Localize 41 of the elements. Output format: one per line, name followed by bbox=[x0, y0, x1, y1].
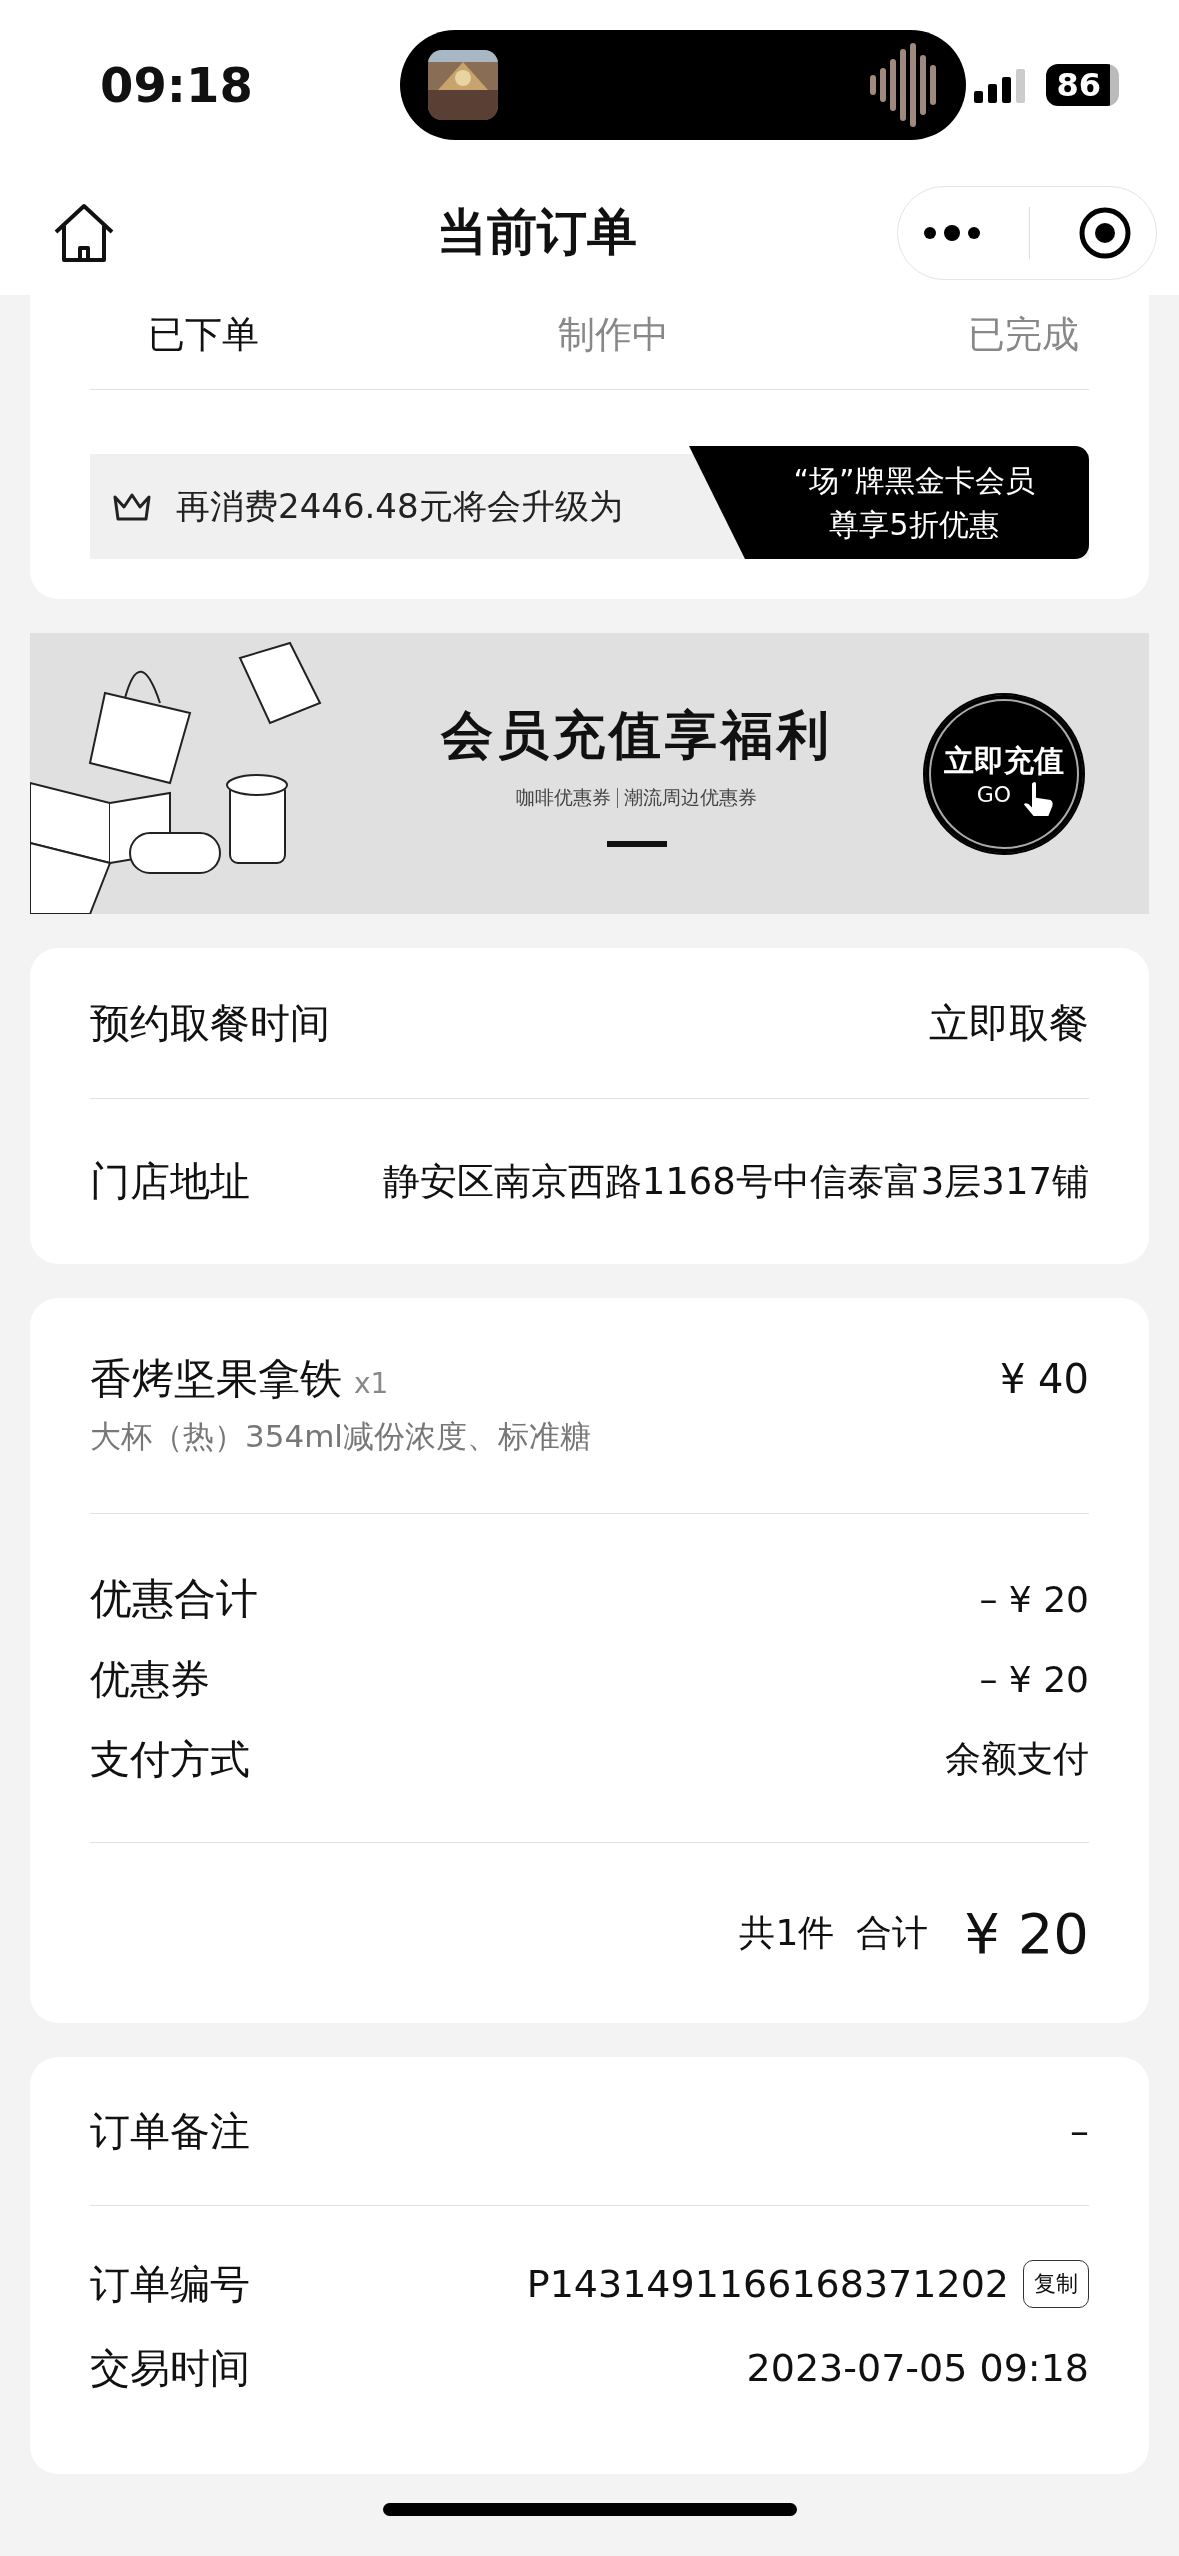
price-label: 支付方式 bbox=[90, 1734, 250, 1784]
note-value: – bbox=[1070, 2109, 1089, 2153]
info-label: 门店地址 bbox=[90, 1157, 250, 1206]
product-options: 大杯（热）354ml减份浓度、标准糖 bbox=[90, 1416, 1089, 1458]
more-icon[interactable] bbox=[921, 224, 982, 241]
info-value: 静安区南京西路1168号中信泰富3层317铺 bbox=[382, 1158, 1089, 1205]
note-label: 订单备注 bbox=[90, 2106, 250, 2156]
page-title: 当前订单 bbox=[435, 202, 638, 263]
total-amount: ¥ 20 bbox=[964, 1900, 1089, 1966]
banner-subtitle: 咖啡优惠券 bbox=[516, 784, 611, 810]
banner-subtitle: 潮流周边优惠券 bbox=[624, 784, 757, 810]
item-count: 共1件 bbox=[739, 1910, 835, 1955]
home-icon[interactable] bbox=[52, 201, 116, 264]
price-label: 优惠合计 bbox=[90, 1573, 258, 1625]
detail-label: 交易时间 bbox=[90, 2343, 250, 2393]
price-value: – ¥ 20 bbox=[979, 1578, 1089, 1620]
waveform-icon bbox=[870, 43, 938, 127]
info-value: 立即取餐 bbox=[929, 998, 1089, 1048]
tier-text: 尊享5折优惠 bbox=[829, 505, 999, 544]
price-label: 优惠券 bbox=[90, 1654, 210, 1704]
tier-text: “场”牌黑金卡会员 bbox=[793, 461, 1035, 500]
detail-value: 2023-07-05 09:18 bbox=[746, 2346, 1089, 2390]
progress-step: 已完成 bbox=[968, 310, 1079, 360]
product-price: ¥ 40 bbox=[999, 1356, 1089, 1402]
info-label: 预约取餐时间 bbox=[90, 998, 330, 1048]
detail-label: 订单编号 bbox=[90, 2259, 250, 2309]
close-icon[interactable] bbox=[1078, 205, 1133, 260]
progress-step: 已下单 bbox=[148, 310, 259, 360]
total-label: 合计 bbox=[856, 1910, 929, 1955]
upgrade-text: 再消费2446.48元将会升级为 bbox=[176, 484, 623, 528]
price-value: 余额支付 bbox=[945, 1736, 1089, 1781]
detail-value: P1431491166168371202 bbox=[526, 2262, 1009, 2306]
status-time: 09:18 bbox=[100, 57, 254, 113]
product-quantity: x1 bbox=[354, 1367, 389, 1400]
price-value: – ¥ 20 bbox=[979, 1658, 1089, 1700]
recharge-button[interactable]: 立即充值 GO bbox=[923, 692, 1085, 855]
progress-step: 制作中 bbox=[558, 310, 669, 360]
product-name: 香烤坚果拿铁 bbox=[90, 1354, 342, 1403]
banner-title: 会员充值享福利 bbox=[440, 703, 833, 767]
copy-button[interactable]: 复制 bbox=[1023, 2260, 1089, 2308]
battery-indicator: 86 bbox=[1046, 64, 1119, 106]
